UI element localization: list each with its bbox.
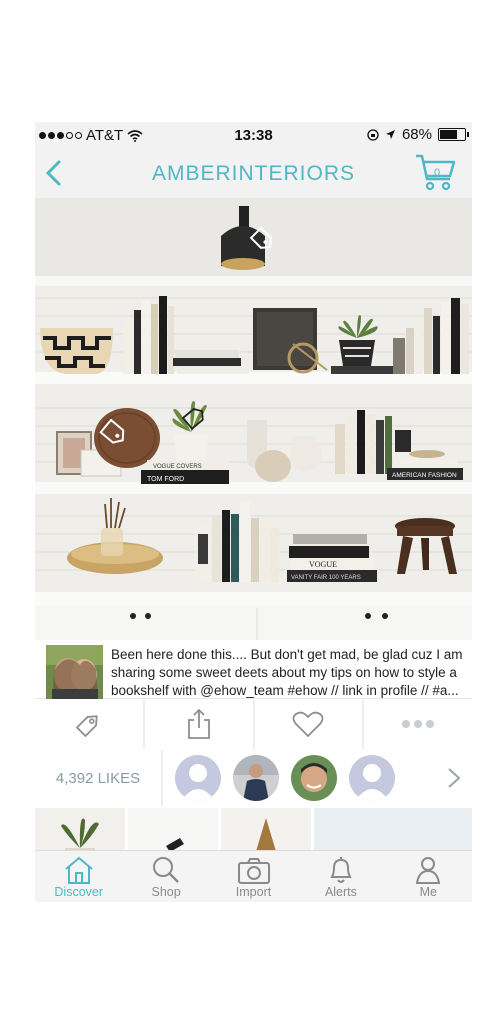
person-icon — [416, 857, 441, 884]
tab-label: Discover — [54, 885, 104, 899]
book-label: VOGUE — [309, 560, 337, 569]
search-icon — [153, 857, 179, 883]
more-icon — [402, 720, 435, 728]
rotation-lock-icon — [367, 128, 379, 141]
likes-count[interactable]: 4,392 LIKES — [35, 750, 161, 806]
tag-icon — [75, 715, 98, 737]
book-label: VOGUE COVERS — [153, 464, 202, 470]
avatar[interactable] — [46, 645, 103, 702]
battery-percent: 68% — [401, 126, 432, 143]
house-icon — [65, 856, 93, 884]
bell-icon — [330, 857, 352, 883]
post-photo[interactable]: VOGUE COVERS TOM FORD AMERICAN FASHION V… — [35, 198, 472, 640]
share-icon — [187, 708, 210, 739]
tab-label: Alerts — [324, 885, 357, 899]
cart-button[interactable]: 0 — [414, 152, 458, 192]
likes-row: 4,392 LIKES — [35, 750, 472, 806]
caption-text: Been here done this.... But don't get ma… — [111, 647, 463, 698]
app-screen: AT&T 13:38 68% AMBERINTERIORS 0 VOGUE CO… — [35, 122, 472, 902]
battery-icon — [438, 128, 469, 141]
tab-label: Me — [419, 885, 438, 899]
location-icon — [385, 130, 395, 139]
more-button[interactable] — [364, 699, 472, 749]
tab-shop[interactable]: Shop — [122, 851, 209, 902]
status-bar: AT&T 13:38 68% — [35, 122, 472, 148]
tab-alerts[interactable]: Alerts — [297, 851, 384, 902]
status-right: 68% — [367, 126, 469, 143]
page-title: AMBERINTERIORS — [151, 162, 356, 185]
nav-bar: AMBERINTERIORS 0 — [35, 148, 472, 198]
book-label: VANITY FAIR 100 YEARS — [291, 575, 361, 581]
book-label: AMERICAN FASHION — [392, 472, 457, 479]
tab-me[interactable]: Me — [385, 851, 472, 902]
book-label: TOM FORD — [147, 476, 184, 483]
post-caption: Been here done this.... But don't get ma… — [35, 640, 472, 702]
tag-button[interactable] — [35, 699, 143, 749]
tab-label: Import — [235, 885, 272, 899]
action-bar — [35, 699, 472, 749]
likers-list — [163, 750, 472, 806]
tab-discover[interactable]: Discover — [35, 851, 122, 902]
camera-icon — [237, 858, 270, 884]
share-button[interactable] — [144, 699, 253, 749]
liker-avatar[interactable] — [233, 755, 279, 801]
heart-icon — [292, 711, 324, 737]
liker-avatar[interactable] — [349, 755, 395, 801]
cart-count: 0 — [433, 167, 441, 179]
liker-avatar[interactable] — [291, 755, 337, 801]
liker-avatar[interactable] — [175, 755, 221, 801]
bookshelf-image: VOGUE COVERS TOM FORD AMERICAN FASHION V… — [35, 198, 472, 640]
like-button[interactable] — [254, 699, 363, 749]
tab-import[interactable]: Import — [210, 851, 297, 902]
chevron-right-icon[interactable] — [446, 767, 462, 789]
tab-label: Shop — [151, 885, 181, 899]
tab-bar: Discover Shop Import Alerts Me — [35, 850, 472, 902]
